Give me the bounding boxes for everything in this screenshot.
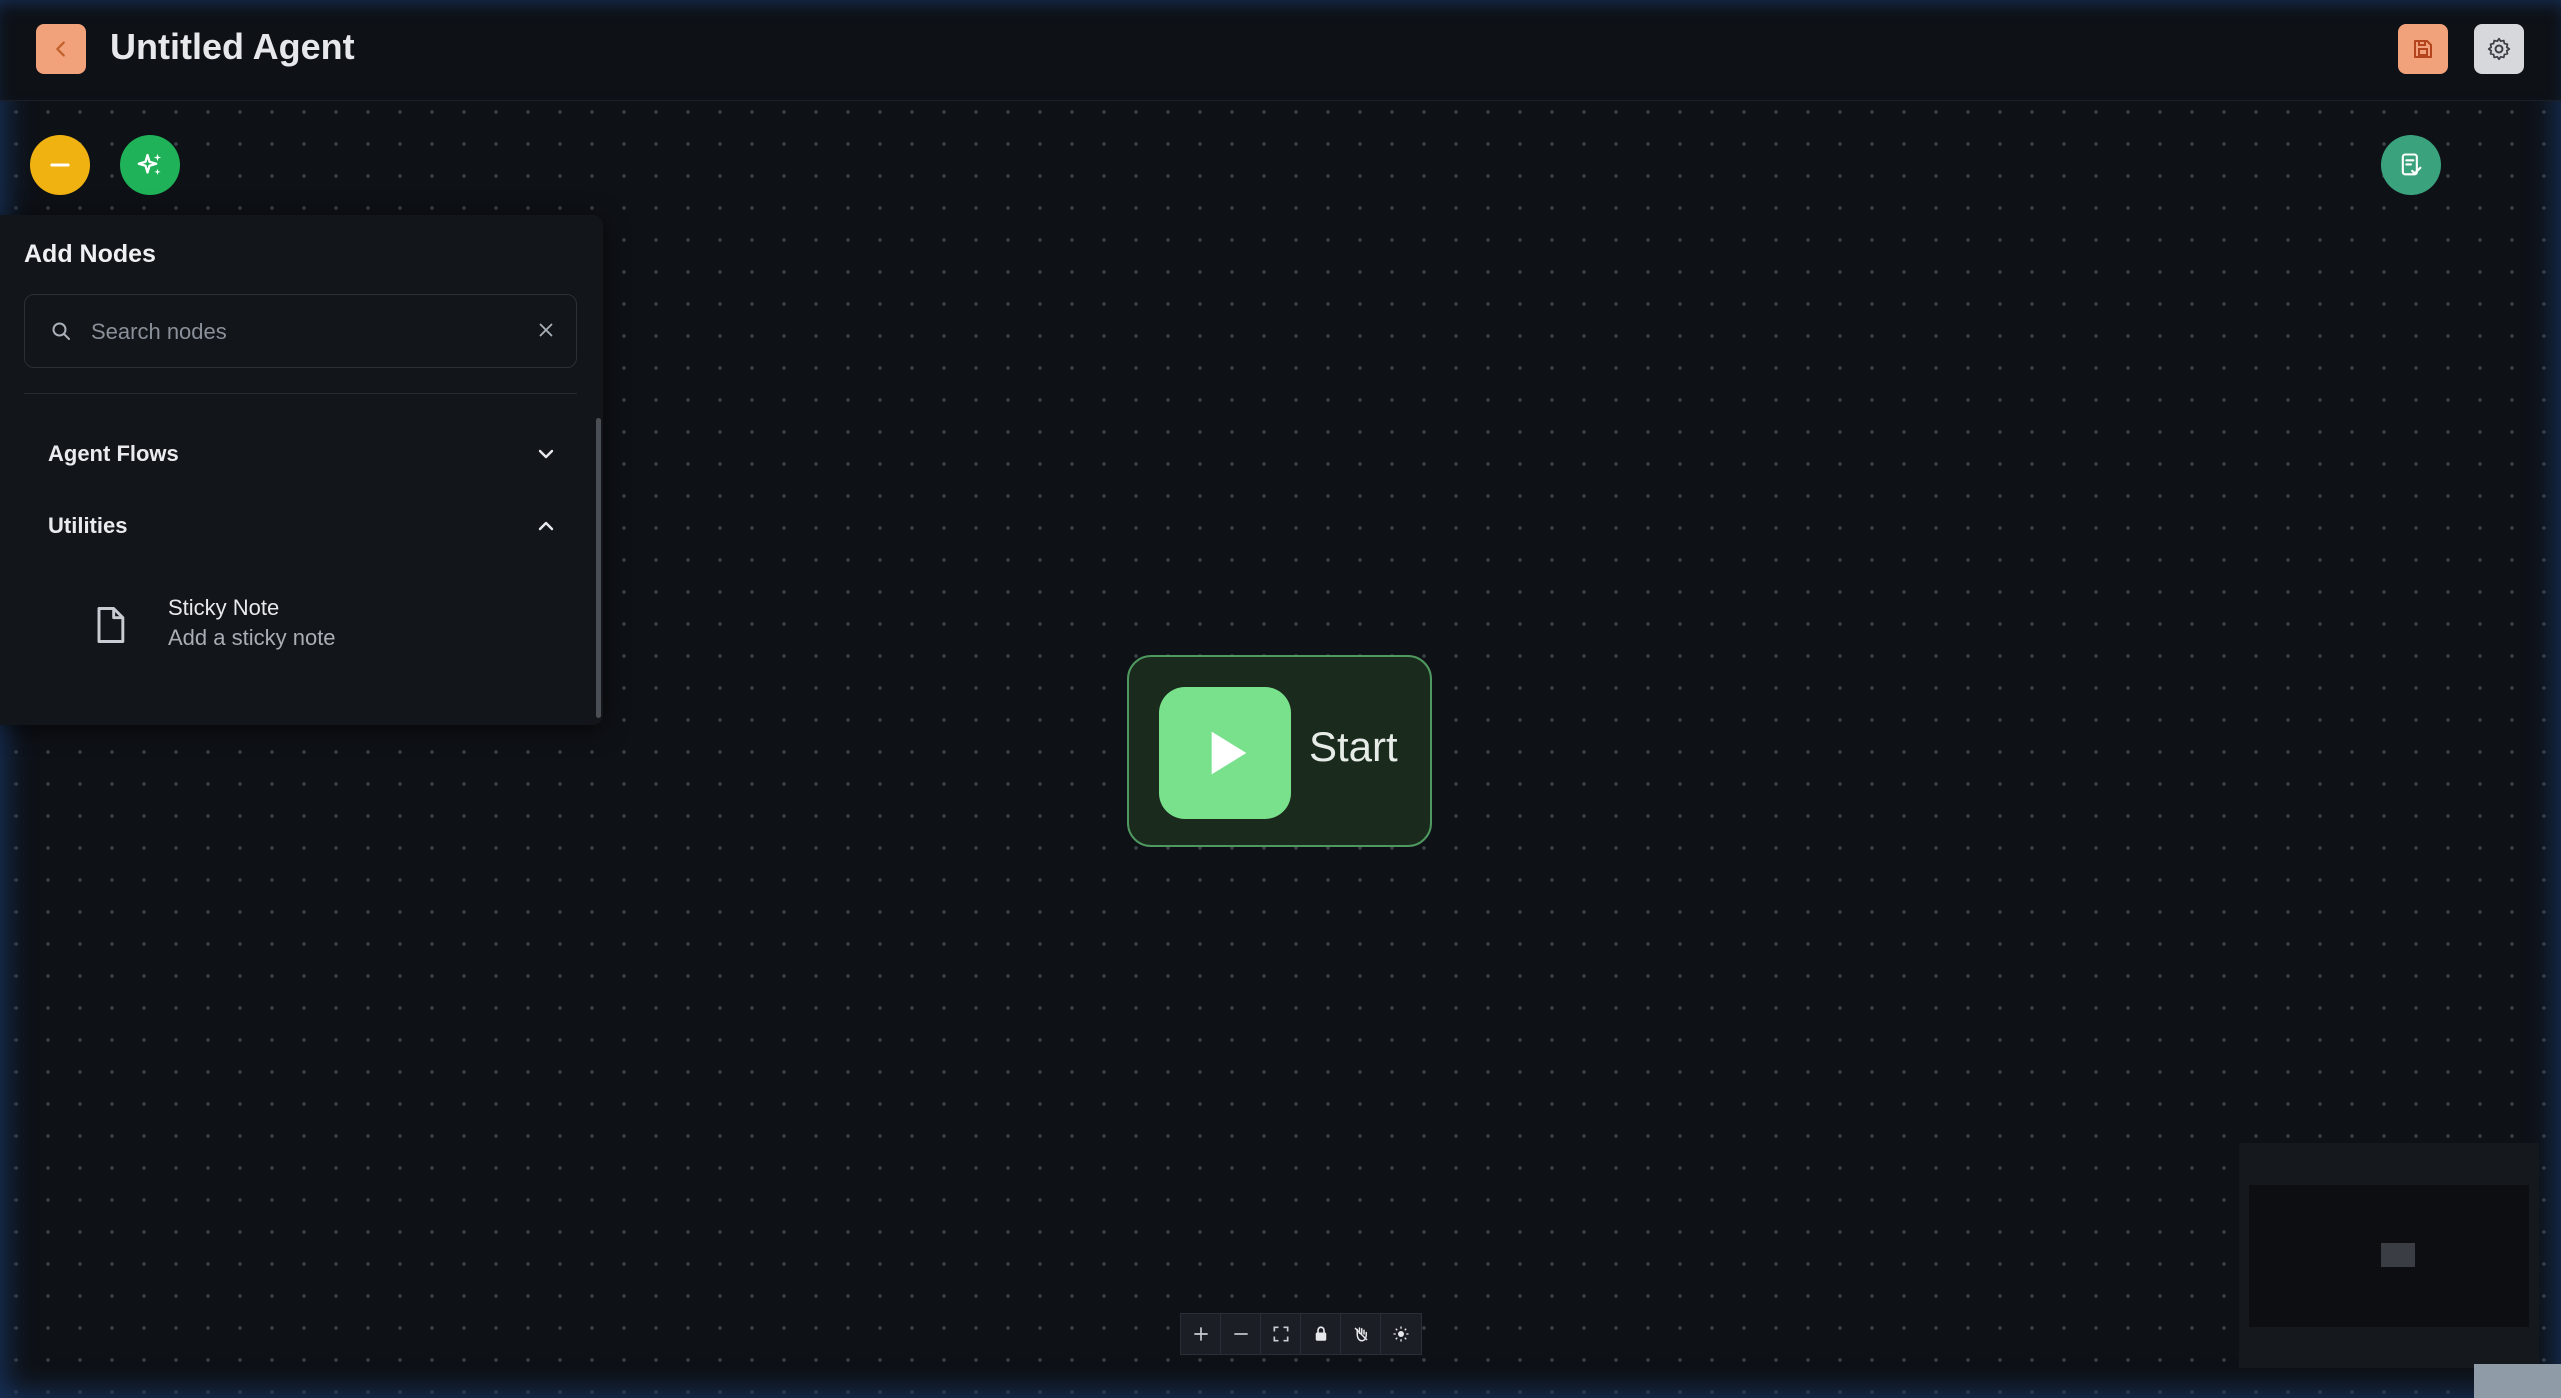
close-icon[interactable] — [535, 319, 557, 341]
save-icon — [2414, 40, 2432, 58]
ai-assistant-button[interactable] — [120, 135, 180, 195]
settings-button[interactable] — [2474, 24, 2524, 74]
panel-scrollbar[interactable] — [596, 418, 601, 718]
minus-icon — [1233, 1333, 1248, 1335]
node-name: Sticky Note — [168, 595, 280, 620]
attribution-badge[interactable] — [2474, 1364, 2561, 1398]
clipboard-check-icon — [2401, 153, 2422, 176]
zoom-in-button[interactable] — [1181, 1314, 1221, 1354]
divider — [24, 393, 577, 394]
collapse-panel-button[interactable] — [30, 135, 90, 195]
minimap[interactable] — [2239, 1143, 2539, 1368]
panel-title: Add Nodes — [24, 240, 156, 268]
chevron-down-icon — [538, 449, 554, 459]
play-icon — [1211, 731, 1247, 775]
chevron-left-icon — [56, 41, 65, 57]
fit-view-button[interactable] — [1261, 1314, 1301, 1354]
section-label: Utilities — [48, 513, 128, 538]
page-title: Untitled Agent — [110, 26, 355, 67]
node-item-sticky-note[interactable]: Sticky Note Add a sticky note — [60, 585, 550, 665]
lock-icon — [1315, 1326, 1326, 1341]
canvas-controls — [1180, 1313, 1422, 1355]
gear-icon — [2487, 37, 2511, 61]
save-button[interactable] — [2398, 24, 2448, 74]
plus-icon — [1193, 1327, 1208, 1341]
theme-toggle-button[interactable] — [1381, 1314, 1421, 1354]
app-frame: Untitled Agent Add Nodes Search nodes Ag… — [0, 0, 2561, 1398]
search-input[interactable] — [89, 315, 533, 349]
search-icon — [52, 322, 70, 340]
hand-icon — [1353, 1327, 1368, 1342]
node-description: Add a sticky note — [168, 625, 336, 650]
chevron-up-icon — [538, 521, 554, 531]
sparkles-icon — [137, 153, 162, 175]
pan-mode-button[interactable] — [1341, 1314, 1381, 1354]
search-box — [24, 294, 577, 368]
minus-icon — [50, 163, 70, 167]
fullscreen-icon — [1273, 1326, 1288, 1342]
file-icon — [97, 607, 125, 643]
section-label: Agent Flows — [48, 441, 179, 466]
start-node-label: Start — [1309, 723, 1398, 770]
minimap-node — [2381, 1243, 2415, 1267]
section-utilities[interactable]: Utilities — [48, 506, 558, 546]
header: Untitled Agent — [0, 0, 2561, 101]
back-button[interactable] — [36, 24, 86, 74]
section-agent-flows[interactable]: Agent Flows — [48, 434, 558, 474]
start-icon-box — [1159, 687, 1291, 819]
zoom-out-button[interactable] — [1221, 1314, 1261, 1354]
validate-button[interactable] — [2381, 135, 2441, 195]
sun-icon — [1393, 1326, 1409, 1342]
lock-button[interactable] — [1301, 1314, 1341, 1354]
start-node[interactable]: Start — [1127, 655, 1432, 847]
minimap-viewport — [2249, 1185, 2529, 1327]
